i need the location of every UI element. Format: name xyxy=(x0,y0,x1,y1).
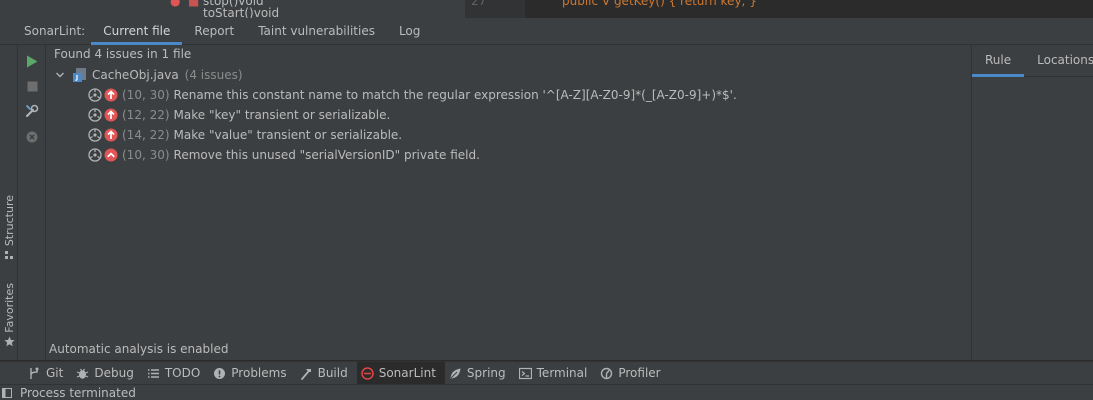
issue-message: Make "value" transient or serializable. xyxy=(173,128,403,142)
toolbar-sonarlint[interactable]: SonarLint xyxy=(356,361,445,385)
file-tree-node[interactable]: CacheObj.java (4 issues) xyxy=(54,67,243,83)
issue-row[interactable]: (10, 30) Remove this unused "serialVersi… xyxy=(88,145,480,165)
issue-message: Remove this unused "serialVersionID" pri… xyxy=(173,148,480,162)
toolbar-terminal[interactable]: Terminal xyxy=(515,362,597,385)
play-icon xyxy=(27,55,38,67)
issue-message: Make "key" transient or serializable. xyxy=(173,108,391,122)
toolbar-spring[interactable]: Spring xyxy=(445,362,515,385)
method-visibility-icon: ■ xyxy=(188,0,200,8)
file-issue-count: (4 issues) xyxy=(184,68,243,82)
code-smell-icon xyxy=(88,128,102,142)
toolbar-build[interactable]: Build xyxy=(296,362,357,385)
issue-row[interactable]: (12, 22) Make "key" transient or seriali… xyxy=(88,105,390,125)
toolbar-git-label: Git xyxy=(46,366,64,380)
issue-location: (10, 30) xyxy=(122,88,170,102)
line-number: 27 xyxy=(471,0,487,8)
git-branch-icon xyxy=(30,367,39,379)
spring-leaf-icon xyxy=(450,368,461,378)
toolbar-debug-label: Debug xyxy=(94,366,134,380)
sonarlint-action-toolbar xyxy=(18,45,46,360)
stop-analysis-button[interactable] xyxy=(24,78,40,94)
toolbar-problems[interactable]: Problems xyxy=(209,362,295,385)
toolbar-todo-label: TODO xyxy=(164,366,201,380)
issue-location: (14, 22) xyxy=(122,128,170,142)
toolbar-problems-label: Problems xyxy=(231,366,287,380)
side-tab-favorites-label: Favorites xyxy=(2,283,16,333)
structure-icon xyxy=(5,251,13,260)
tab-current-file[interactable]: Current file xyxy=(91,18,183,45)
toolbar-spring-label: Spring xyxy=(466,366,506,380)
issue-message: Rename this constant name to match the r… xyxy=(173,88,737,102)
clear-icon xyxy=(26,131,38,143)
stop-icon xyxy=(27,81,37,91)
clear-results-button[interactable] xyxy=(24,129,40,145)
issue-location: (12, 22) xyxy=(122,108,170,122)
bug-icon xyxy=(77,368,89,379)
code-smell-icon xyxy=(88,88,102,102)
toolbar-profiler-label: Profiler xyxy=(618,366,661,380)
toolbar-build-label: Build xyxy=(317,366,348,380)
hammer-icon xyxy=(300,368,311,380)
editor-gutter: 27 xyxy=(465,0,525,18)
tab-locations[interactable]: Locations xyxy=(1024,45,1093,76)
issue-row[interactable]: (14, 22) Make "value" transient or seria… xyxy=(88,125,402,145)
automatic-analysis-status: Automatic analysis is enabled xyxy=(49,342,229,356)
structure-item-tostart[interactable]: toStart()void xyxy=(203,6,279,18)
side-tab-favorites[interactable]: Favorites xyxy=(0,283,18,347)
toolbar-git[interactable]: Git xyxy=(24,362,72,385)
java-file-icon xyxy=(73,68,86,82)
issue-row[interactable]: (10, 30) Rename this constant name to ma… xyxy=(88,85,737,105)
critical-severity-icon xyxy=(104,88,118,102)
tool-window-title: SonarLint: xyxy=(24,24,86,38)
configure-button[interactable] xyxy=(24,103,40,119)
toolbar-todo[interactable]: TODO xyxy=(143,362,209,385)
method-error-icon: ● xyxy=(170,0,181,8)
editor-code-line[interactable]: public V getKey() { return key; } xyxy=(562,0,757,8)
toolbar-terminal-label: Terminal xyxy=(536,366,588,380)
major-severity-icon xyxy=(104,148,118,162)
sonarlint-tool-window-header: SonarLint: Current file Report Taint vul… xyxy=(0,18,1093,45)
run-analysis-button[interactable] xyxy=(24,53,40,69)
toolbar-sonarlint-label: SonarLint xyxy=(378,366,436,380)
left-tool-stripe: Structure Favorites xyxy=(0,45,18,360)
issues-summary: Found 4 issues in 1 file xyxy=(54,47,192,61)
rule-details-panel: Rule Locations xyxy=(971,45,1093,360)
file-name: CacheObj.java xyxy=(92,68,179,82)
wrench-icon xyxy=(25,104,39,118)
critical-severity-icon xyxy=(104,128,118,142)
critical-severity-icon xyxy=(104,108,118,122)
toolbar-debug[interactable]: Debug xyxy=(72,362,142,385)
issues-tree-panel: Found 4 issues in 1 file CacheObj.java (… xyxy=(46,45,971,360)
toolbar-profiler[interactable]: Profiler xyxy=(596,362,669,385)
list-icon xyxy=(147,368,159,378)
toggle-tool-windows-icon[interactable] xyxy=(2,387,12,398)
terminal-icon xyxy=(518,367,532,379)
side-tab-structure[interactable]: Structure xyxy=(0,195,18,260)
editor-strip: ● ■ stop()void toStart()void 27 public V… xyxy=(0,0,1093,18)
rule-panel-tabs: Rule Locations xyxy=(972,45,1093,77)
tab-rule[interactable]: Rule xyxy=(972,45,1025,77)
issue-location: (10, 30) xyxy=(122,148,170,162)
structure-panel-remnant: ● ■ stop()void toStart()void xyxy=(0,0,465,18)
status-bar: Process terminated xyxy=(0,384,1093,400)
chevron-down-icon[interactable] xyxy=(54,69,66,81)
sonarlint-icon xyxy=(360,366,374,380)
bottom-tool-bar: Git Debug TODO Problems Build SonarLint … xyxy=(0,361,1093,385)
profiler-icon xyxy=(601,367,613,379)
code-smell-icon xyxy=(88,148,102,162)
code-smell-icon xyxy=(88,108,102,122)
tab-report[interactable]: Report xyxy=(182,18,246,44)
star-icon xyxy=(3,336,15,346)
tab-taint-vulnerabilities[interactable]: Taint vulnerabilities xyxy=(246,18,387,44)
side-tab-structure-label: Structure xyxy=(2,195,16,247)
warning-icon xyxy=(214,367,226,379)
status-message: Process terminated xyxy=(20,385,136,400)
tab-log[interactable]: Log xyxy=(387,18,432,44)
